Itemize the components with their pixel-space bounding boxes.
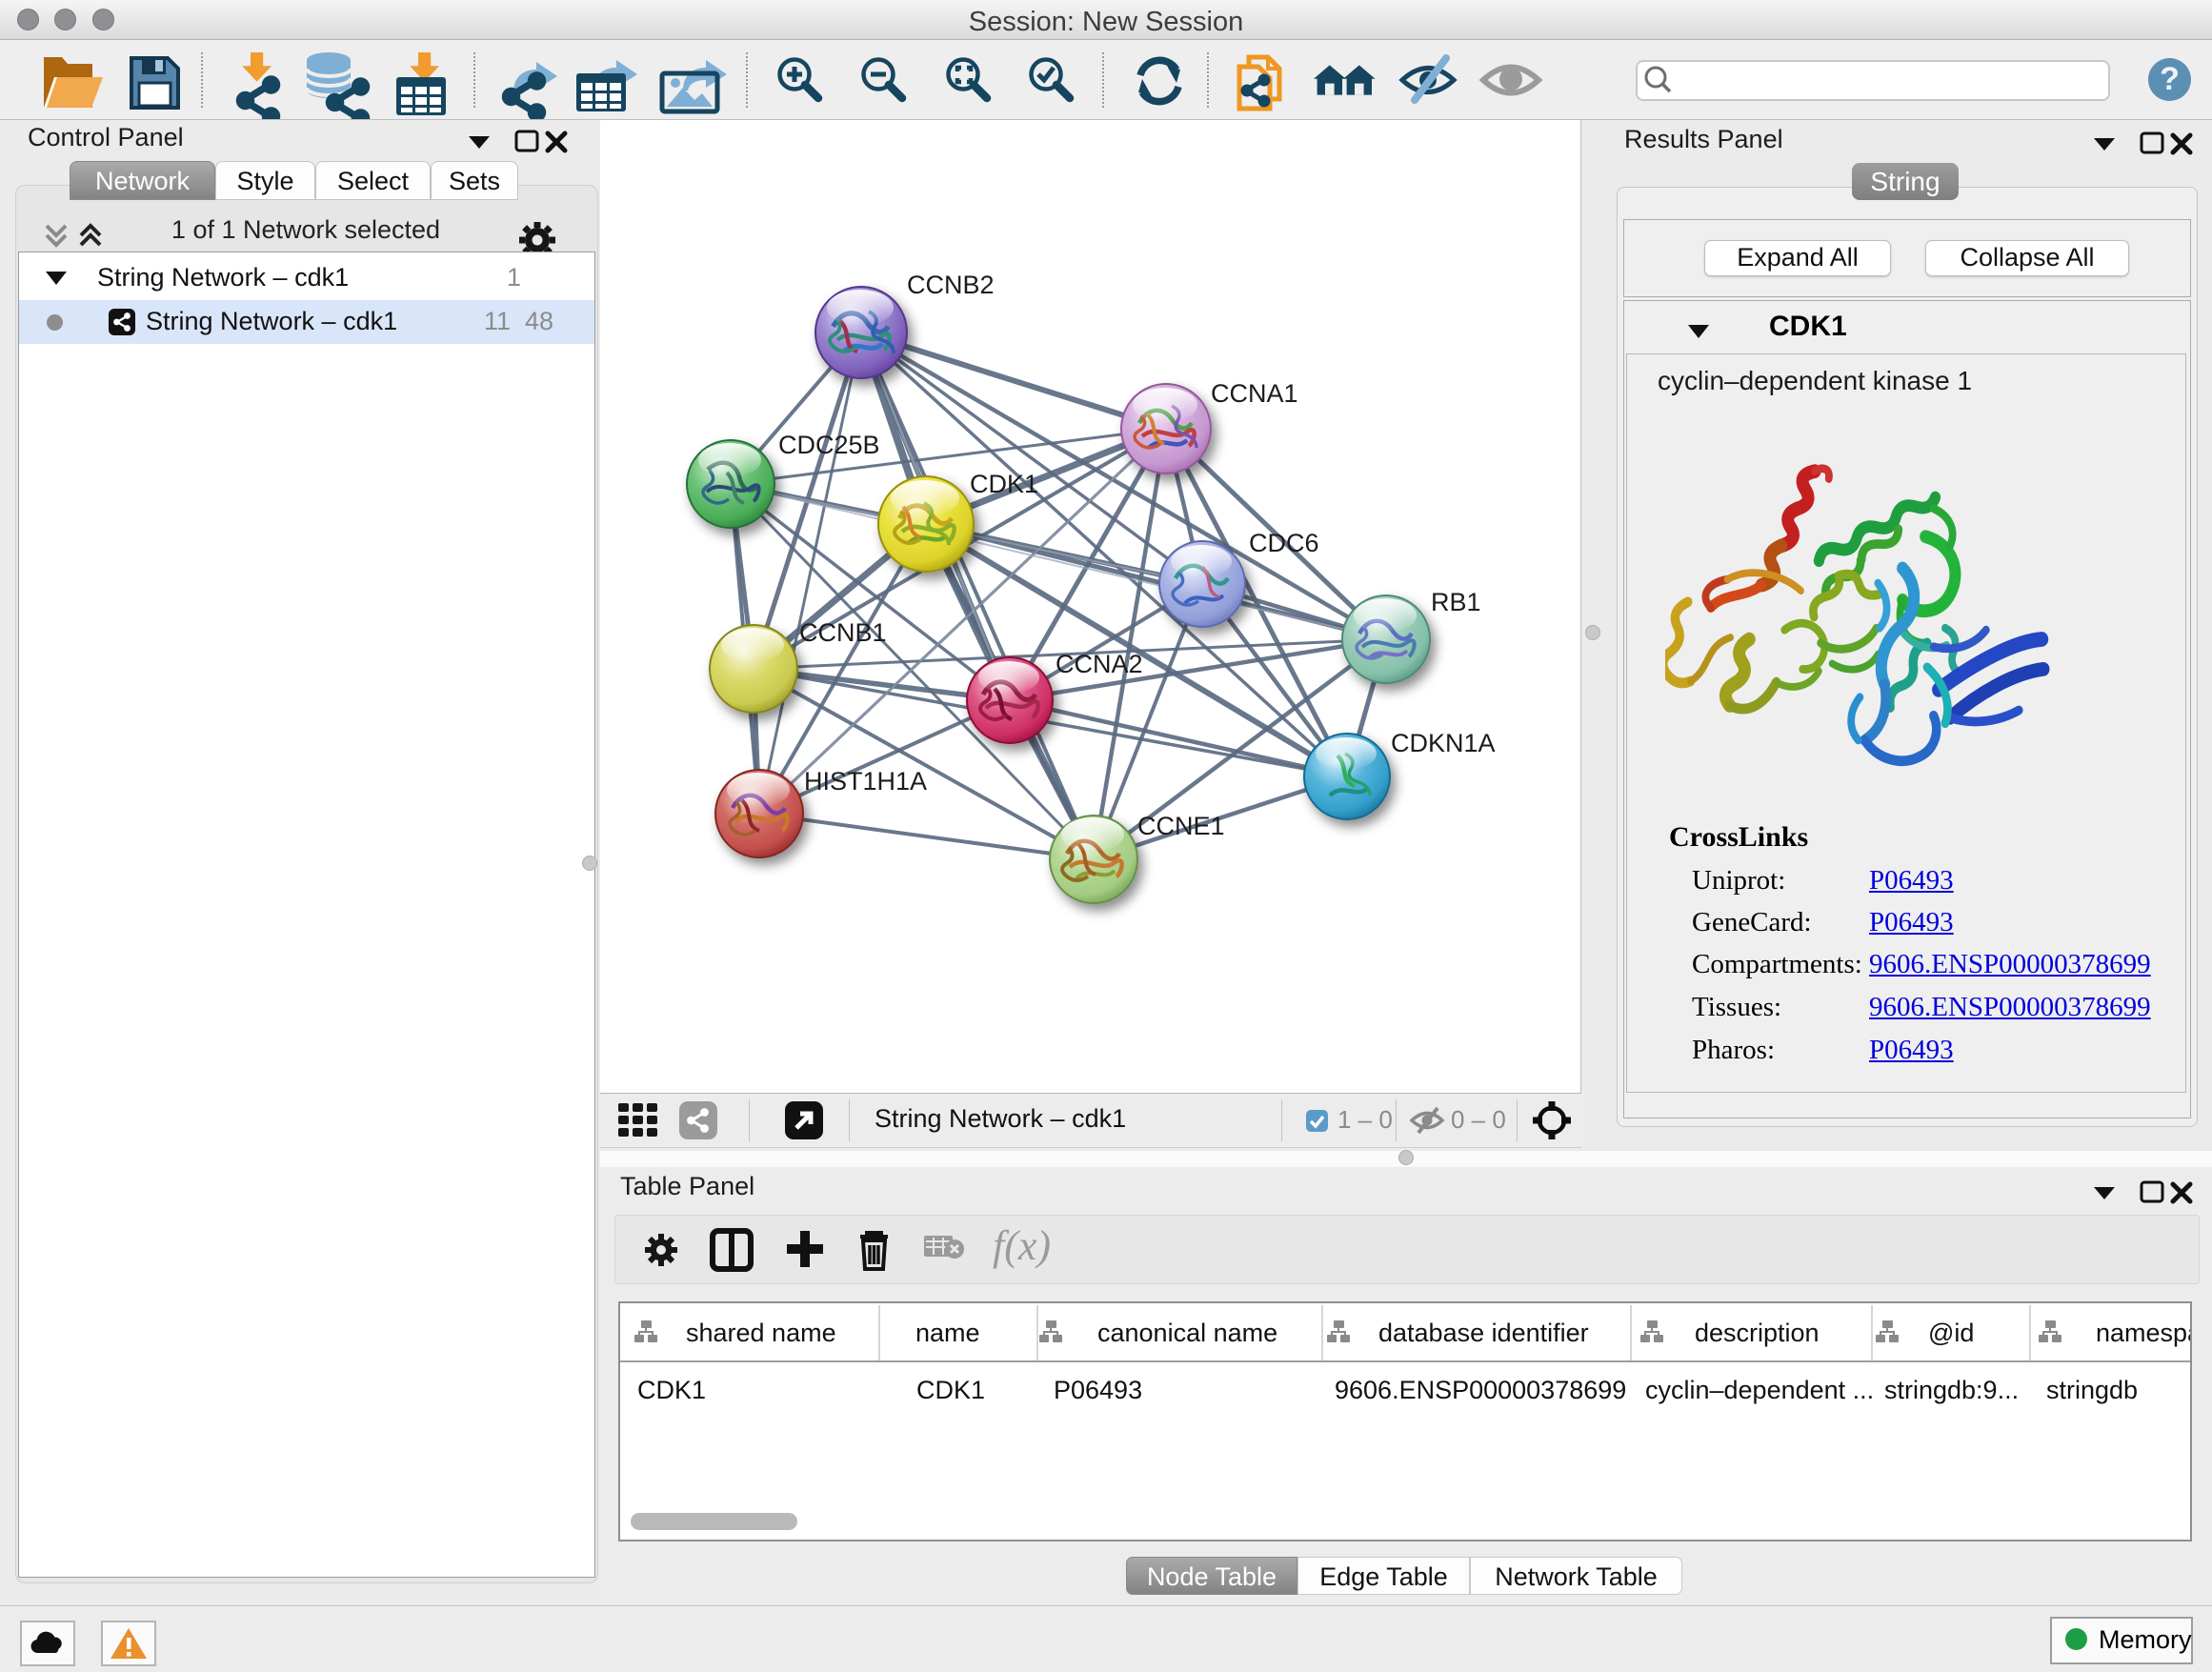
svg-text:HIST1H1A: HIST1H1A (804, 767, 927, 796)
svg-text:description: description (1695, 1319, 1820, 1347)
svg-text:canonical name: canonical name (1097, 1319, 1277, 1347)
svg-text:CCNA2: CCNA2 (1056, 650, 1143, 678)
svg-text:stringdb: stringdb (2046, 1376, 2138, 1404)
svg-text:CDK1: CDK1 (970, 470, 1038, 498)
svg-text:f(x): f(x) (993, 1222, 1051, 1269)
svg-text:namespace: namespace (2096, 1319, 2190, 1347)
svg-text:@id: @id (1928, 1319, 1974, 1347)
svg-text:shared name: shared name (686, 1319, 836, 1347)
svg-text:RB1: RB1 (1431, 588, 1481, 616)
svg-text:CCNA1: CCNA1 (1211, 379, 1298, 408)
svg-text:CDC6: CDC6 (1249, 529, 1319, 557)
svg-text:stringdb:9...: stringdb:9... (1884, 1376, 2019, 1404)
svg-text:P06493: P06493 (1054, 1376, 1142, 1404)
svg-text:CDK1: CDK1 (916, 1376, 985, 1404)
svg-text:CDC25B: CDC25B (778, 431, 880, 459)
svg-text:CCNB1: CCNB1 (799, 618, 887, 647)
svg-text:CCNE1: CCNE1 (1137, 812, 1225, 840)
svg-text:database identifier: database identifier (1378, 1319, 1589, 1347)
svg-text:CDK1: CDK1 (637, 1376, 706, 1404)
svg-text:9606.ENSP00000378699: 9606.ENSP00000378699 (1335, 1376, 1626, 1404)
svg-text:cyclin–dependent ...: cyclin–dependent ... (1645, 1376, 1874, 1404)
svg-text:CCNB2: CCNB2 (907, 271, 995, 299)
svg-text:name: name (915, 1319, 980, 1347)
svg-text:CDKN1A: CDKN1A (1391, 729, 1496, 757)
